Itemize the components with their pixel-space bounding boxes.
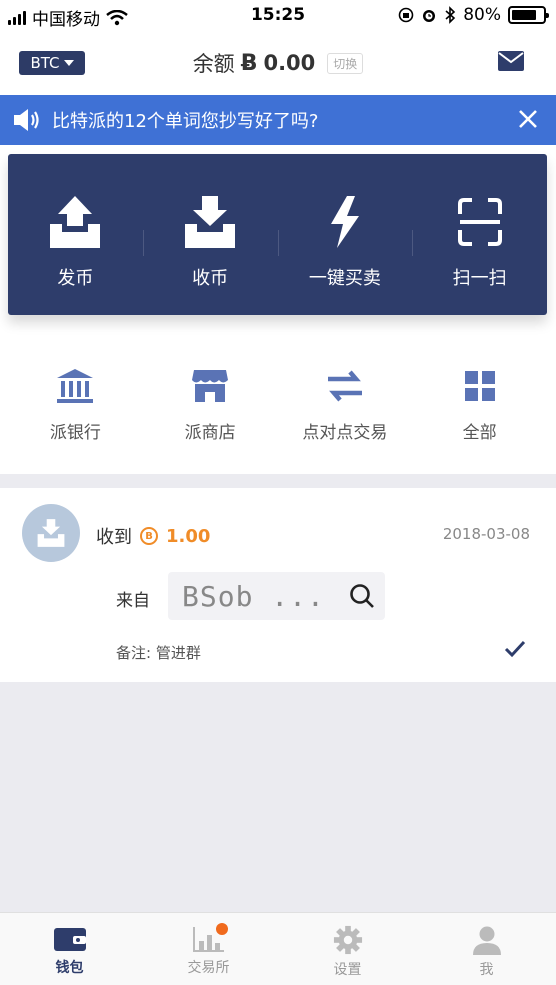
- tab-wallet[interactable]: 钱包: [0, 913, 139, 985]
- transaction-memo: 备注: 管进群: [116, 644, 201, 662]
- tab-me[interactable]: 我: [417, 913, 556, 985]
- bank-icon: [57, 369, 94, 403]
- feature-p2p[interactable]: 点对点交易: [278, 350, 413, 450]
- close-icon[interactable]: [518, 109, 538, 129]
- action-label: 一键买卖: [308, 268, 381, 289]
- transaction-type: 收到: [96, 527, 132, 548]
- section-divider: [0, 474, 556, 488]
- action-quick-trade[interactable]: 一键买卖: [277, 154, 413, 315]
- send-tray-icon: [50, 196, 101, 248]
- receive-tray-icon: [37, 519, 65, 547]
- feature-label: 派商店: [184, 423, 236, 443]
- battery-icon: [508, 6, 549, 24]
- speaker-icon: [14, 109, 39, 131]
- action-scan[interactable]: 扫一扫: [412, 154, 547, 315]
- lightning-icon: [330, 196, 359, 248]
- action-panel: 发币 收币 一键买卖 扫一扫: [8, 154, 547, 315]
- address-text: BSob ...: [182, 579, 325, 613]
- transaction-item[interactable]: 收到 B 1.00 2018-03-08 来自 BSob ... 备注: 管进群: [0, 488, 556, 682]
- transaction-amount: 1.00: [166, 525, 211, 547]
- bluetooth-icon: [445, 6, 456, 24]
- feature-label: 全部: [462, 423, 497, 443]
- feature-bank[interactable]: 派银行: [8, 350, 143, 450]
- receive-avatar: [22, 504, 80, 562]
- tab-exchange[interactable]: 交易所: [139, 913, 278, 985]
- tab-label: 交易所: [187, 960, 230, 976]
- notification-dot: [216, 923, 228, 935]
- feature-label: 派银行: [49, 423, 101, 443]
- balance-value: 0.00: [263, 51, 316, 75]
- battery-fill: [512, 10, 536, 20]
- switch-button[interactable]: 切换: [327, 52, 364, 74]
- bitcoin-coin-icon: B: [140, 527, 158, 545]
- store-icon: [192, 370, 229, 402]
- feature-label: 点对点交易: [302, 423, 388, 443]
- receive-tray-icon: [185, 196, 236, 248]
- tab-label: 钱包: [55, 960, 84, 976]
- tab-settings[interactable]: 设置: [278, 913, 417, 985]
- action-label: 收币: [192, 268, 229, 289]
- mail-icon[interactable]: [498, 51, 524, 71]
- exchange-arrows-icon: [327, 370, 362, 402]
- transaction-date: 2018-03-08: [442, 525, 530, 543]
- user-icon: [472, 926, 501, 955]
- status-bar: 中国移动 15:25 80%: [0, 0, 556, 34]
- rotation-lock-icon: [398, 7, 414, 23]
- action-receive[interactable]: 收币: [142, 154, 278, 315]
- from-label: 来自: [116, 591, 150, 611]
- empty-area: [0, 682, 556, 912]
- action-label: 发币: [57, 268, 94, 289]
- check-icon: [504, 640, 526, 658]
- feature-store[interactable]: 派商店: [143, 350, 278, 450]
- notice-text: 比特派的12个单词您抄写好了吗?: [52, 111, 319, 132]
- transaction-summary: 收到 B 1.00: [96, 523, 210, 549]
- battery-percent: 80%: [463, 5, 501, 25]
- header: BTC 余额 Ƀ 0.00 切换: [0, 34, 556, 94]
- gear-icon: [333, 925, 362, 955]
- feature-row: 派银行 派商店 点对点交易 全部: [8, 350, 547, 450]
- action-label: 扫一扫: [452, 268, 507, 289]
- from-address[interactable]: BSob ...: [168, 572, 385, 620]
- notice-banner[interactable]: 比特派的12个单词您抄写好了吗?: [0, 95, 556, 145]
- tab-bar: 钱包 交易所 设置 我: [0, 912, 556, 985]
- feature-all[interactable]: 全部: [412, 350, 547, 450]
- action-send[interactable]: 发币: [8, 154, 143, 315]
- alarm-icon: [423, 10, 436, 22]
- tab-label: 我: [479, 962, 494, 978]
- balance-label: 余额: [192, 52, 235, 76]
- balance-display: 余额 Ƀ 0.00 切换: [0, 48, 556, 78]
- tab-label: 设置: [333, 962, 362, 978]
- wallet-icon: [53, 928, 86, 951]
- bitcoin-symbol: Ƀ: [240, 50, 258, 76]
- scan-icon: [457, 198, 502, 246]
- grid-icon: [464, 371, 495, 401]
- search-icon[interactable]: [349, 583, 375, 609]
